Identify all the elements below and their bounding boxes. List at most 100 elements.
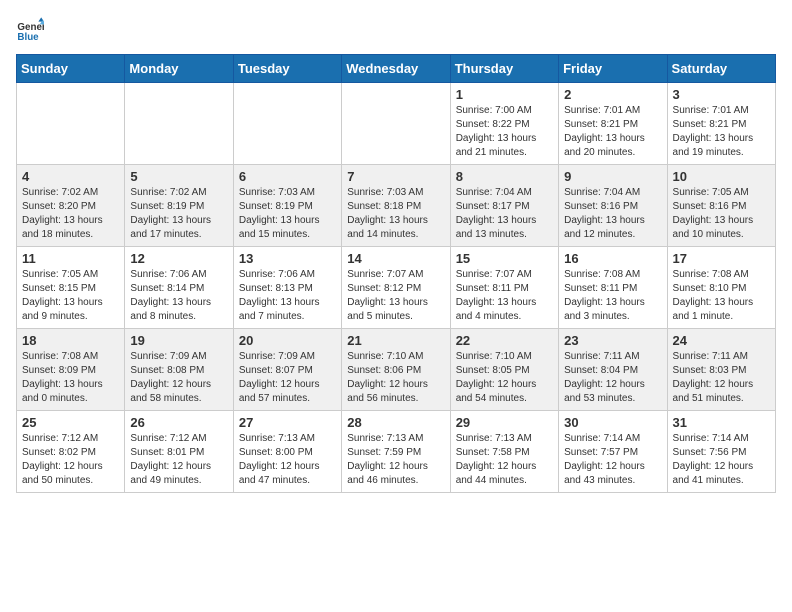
day-number: 14: [347, 251, 444, 266]
day-info: Sunrise: 7:10 AM Sunset: 8:05 PM Dayligh…: [456, 350, 553, 406]
day-info: Sunrise: 7:11 AM Sunset: 8:03 PM Dayligh…: [673, 350, 770, 406]
day-info: Sunrise: 7:13 AM Sunset: 7:58 PM Dayligh…: [456, 432, 553, 488]
day-info: Sunrise: 7:06 AM Sunset: 8:14 PM Dayligh…: [130, 268, 227, 324]
calendar-cell: 8Sunrise: 7:04 AM Sunset: 8:17 PM Daylig…: [450, 165, 558, 247]
day-number: 31: [673, 415, 770, 430]
day-number: 29: [456, 415, 553, 430]
weekday-header: Thursday: [450, 55, 558, 83]
calendar-cell: 15 Sunrise: 7:07 AM Sunset: 8:11 PM Dayli…: [450, 247, 558, 329]
day-number: 27: [239, 415, 336, 430]
day-info: Sunrise: 7:01 AM Sunset: 8:21 PM Dayligh…: [673, 104, 770, 160]
day-number: 9: [564, 169, 661, 184]
calendar-cell: 7Sunrise: 7:03 AM Sunset: 8:18 PM Daylig…: [342, 165, 450, 247]
logo-icon: General Blue: [16, 16, 44, 44]
calendar-cell: 2Sunrise: 7:01 AM Sunset: 8:21 PM Daylig…: [559, 83, 667, 165]
day-info: Sunrise: 7:14 AM Sunset: 7:56 PM Dayligh…: [673, 432, 770, 488]
calendar-cell: 21Sunrise: 7:10 AM Sunset: 8:06 PM Dayli…: [342, 329, 450, 411]
calendar-cell: 10 Sunrise: 7:05 AM Sunset: 8:16 PM Dayli…: [667, 165, 775, 247]
day-number: 15: [456, 251, 553, 266]
calendar-cell: 3 Sunrise: 7:01 AM Sunset: 8:21 PM Daylig…: [667, 83, 775, 165]
day-number: 19: [130, 333, 227, 348]
day-number: 22: [456, 333, 553, 348]
calendar-cell: 29 Sunrise: 7:13 AM Sunset: 7:58 PM Dayli…: [450, 411, 558, 493]
weekday-header: Tuesday: [233, 55, 341, 83]
day-number: 5: [130, 169, 227, 184]
day-number: 28: [347, 415, 444, 430]
calendar-cell: 13 Sunrise: 7:06 AM Sunset: 8:13 PM Dayli…: [233, 247, 341, 329]
svg-text:Blue: Blue: [17, 32, 39, 43]
calendar-row: 4 Sunrise: 7:02 AM Sunset: 8:20 PM Daylig…: [17, 165, 776, 247]
calendar-cell: 24 Sunrise: 7:11 AM Sunset: 8:03 PM Dayli…: [667, 329, 775, 411]
day-number: 10: [673, 169, 770, 184]
day-info: Sunrise: 7:08 AM Sunset: 8:11 PM Dayligh…: [564, 268, 661, 324]
day-number: 2: [564, 87, 661, 102]
calendar-cell: 5 Sunrise: 7:02 AM Sunset: 8:19 PM Daylig…: [125, 165, 233, 247]
calendar-cell: [233, 83, 341, 165]
day-number: 16: [564, 251, 661, 266]
calendar-cell: 9 Sunrise: 7:04 AM Sunset: 8:16 PM Daylig…: [559, 165, 667, 247]
calendar-cell: 6 Sunrise: 7:03 AM Sunset: 8:19 PM Daylig…: [233, 165, 341, 247]
calendar-row: 11 Sunrise: 7:05 AM Sunset: 8:15 PM Dayli…: [17, 247, 776, 329]
day-info: Sunrise: 7:00 AM Sunset: 8:22 PM Dayligh…: [456, 104, 553, 160]
calendar-cell: 23Sunrise: 7:11 AM Sunset: 8:04 PM Dayli…: [559, 329, 667, 411]
day-info: Sunrise: 7:09 AM Sunset: 8:07 PM Dayligh…: [239, 350, 336, 406]
day-info: Sunrise: 7:07 AM Sunset: 8:11 PM Dayligh…: [456, 268, 553, 324]
day-info: Sunrise: 7:08 AM Sunset: 8:10 PM Dayligh…: [673, 268, 770, 324]
day-info: Sunrise: 7:12 AM Sunset: 8:02 PM Dayligh…: [22, 432, 119, 488]
day-info: Sunrise: 7:08 AM Sunset: 8:09 PM Dayligh…: [22, 350, 119, 406]
day-number: 18: [22, 333, 119, 348]
day-info: Sunrise: 7:07 AM Sunset: 8:12 PM Dayligh…: [347, 268, 444, 324]
page-header: General Blue: [16, 16, 776, 44]
weekday-header: Wednesday: [342, 55, 450, 83]
calendar-cell: [342, 83, 450, 165]
calendar-cell: 11 Sunrise: 7:05 AM Sunset: 8:15 PM Dayli…: [17, 247, 125, 329]
day-number: 8: [456, 169, 553, 184]
weekday-header: Monday: [125, 55, 233, 83]
day-info: Sunrise: 7:03 AM Sunset: 8:19 PM Dayligh…: [239, 186, 336, 242]
day-number: 11: [22, 251, 119, 266]
day-number: 25: [22, 415, 119, 430]
calendar-cell: 20 Sunrise: 7:09 AM Sunset: 8:07 PM Dayli…: [233, 329, 341, 411]
day-info: Sunrise: 7:14 AM Sunset: 7:57 PM Dayligh…: [564, 432, 661, 488]
calendar-cell: 31 Sunrise: 7:14 AM Sunset: 7:56 PM Dayli…: [667, 411, 775, 493]
calendar-cell: 1 Sunrise: 7:00 AM Sunset: 8:22 PM Daylig…: [450, 83, 558, 165]
calendar-row: 1 Sunrise: 7:00 AM Sunset: 8:22 PM Daylig…: [17, 83, 776, 165]
day-info: Sunrise: 7:02 AM Sunset: 8:20 PM Dayligh…: [22, 186, 119, 242]
calendar-table: SundayMondayTuesdayWednesdayThursdayFrid…: [16, 54, 776, 493]
day-number: 4: [22, 169, 119, 184]
day-info: Sunrise: 7:13 AM Sunset: 8:00 PM Dayligh…: [239, 432, 336, 488]
day-info: Sunrise: 7:13 AM Sunset: 7:59 PM Dayligh…: [347, 432, 444, 488]
calendar-cell: 12Sunrise: 7:06 AM Sunset: 8:14 PM Dayli…: [125, 247, 233, 329]
day-number: 20: [239, 333, 336, 348]
weekday-header: Sunday: [17, 55, 125, 83]
day-number: 1: [456, 87, 553, 102]
weekday-header: Friday: [559, 55, 667, 83]
calendar-cell: 19Sunrise: 7:09 AM Sunset: 8:08 PM Dayli…: [125, 329, 233, 411]
logo: General Blue: [16, 16, 48, 44]
calendar-cell: 26 Sunrise: 7:12 AM Sunset: 8:01 PM Dayli…: [125, 411, 233, 493]
calendar-cell: 30Sunrise: 7:14 AM Sunset: 7:57 PM Dayli…: [559, 411, 667, 493]
calendar-cell: 28 Sunrise: 7:13 AM Sunset: 7:59 PM Dayli…: [342, 411, 450, 493]
day-number: 24: [673, 333, 770, 348]
calendar-cell: 25 Sunrise: 7:12 AM Sunset: 8:02 PM Dayli…: [17, 411, 125, 493]
day-info: Sunrise: 7:10 AM Sunset: 8:06 PM Dayligh…: [347, 350, 444, 406]
calendar-cell: 18 Sunrise: 7:08 AM Sunset: 8:09 PM Dayli…: [17, 329, 125, 411]
day-info: Sunrise: 7:06 AM Sunset: 8:13 PM Dayligh…: [239, 268, 336, 324]
day-number: 6: [239, 169, 336, 184]
day-info: Sunrise: 7:12 AM Sunset: 8:01 PM Dayligh…: [130, 432, 227, 488]
calendar-header-row: SundayMondayTuesdayWednesdayThursdayFrid…: [17, 55, 776, 83]
calendar-cell: 16 Sunrise: 7:08 AM Sunset: 8:11 PM Dayli…: [559, 247, 667, 329]
day-info: Sunrise: 7:02 AM Sunset: 8:19 PM Dayligh…: [130, 186, 227, 242]
day-number: 7: [347, 169, 444, 184]
day-number: 3: [673, 87, 770, 102]
day-info: Sunrise: 7:04 AM Sunset: 8:16 PM Dayligh…: [564, 186, 661, 242]
calendar-row: 18 Sunrise: 7:08 AM Sunset: 8:09 PM Dayli…: [17, 329, 776, 411]
calendar-cell: 22 Sunrise: 7:10 AM Sunset: 8:05 PM Dayli…: [450, 329, 558, 411]
calendar-cell: 14 Sunrise: 7:07 AM Sunset: 8:12 PM Dayli…: [342, 247, 450, 329]
day-number: 26: [130, 415, 227, 430]
calendar-cell: 4 Sunrise: 7:02 AM Sunset: 8:20 PM Daylig…: [17, 165, 125, 247]
day-number: 13: [239, 251, 336, 266]
day-info: Sunrise: 7:05 AM Sunset: 8:16 PM Dayligh…: [673, 186, 770, 242]
day-info: Sunrise: 7:05 AM Sunset: 8:15 PM Dayligh…: [22, 268, 119, 324]
calendar-cell: 17Sunrise: 7:08 AM Sunset: 8:10 PM Dayli…: [667, 247, 775, 329]
